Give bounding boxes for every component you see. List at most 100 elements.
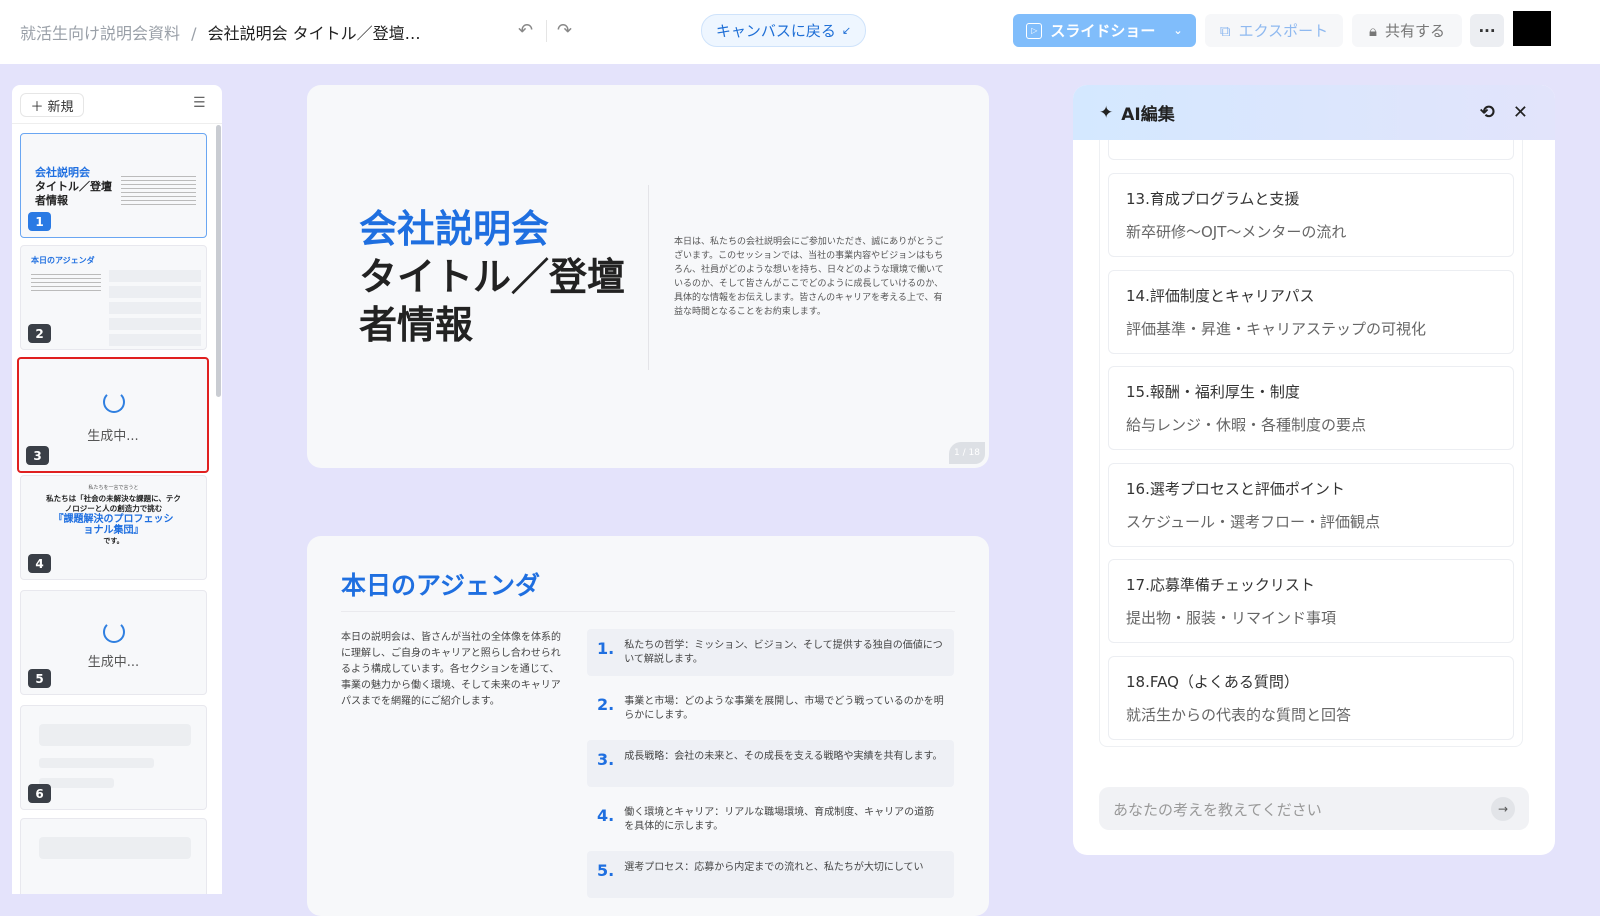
thumb-lead: 私たちを一言で言うと — [88, 485, 139, 491]
skeleton — [39, 758, 154, 768]
slide-thumbnail-4[interactable]: 私たちを一言で言うと 私たちは「社会の未解決な課題に、テクノロジーと人の創造力で… — [20, 475, 207, 580]
outline-card[interactable]: 17.応募準備チェックリスト 提出物・服装・リマインド事項 — [1108, 559, 1514, 643]
loading-spinner-icon — [103, 621, 125, 643]
ai-panel-header: ✦ AI編集 ⟲ ✕ — [1073, 85, 1555, 140]
slide-number-badge: 1 — [28, 212, 51, 231]
agenda-number: 1. — [597, 639, 615, 658]
divider — [12, 123, 222, 124]
outline-card-partial[interactable] — [1108, 140, 1514, 160]
generating-label: 生成中... — [87, 655, 140, 670]
thumb-text-lines — [31, 274, 101, 294]
export-icon: ⧉ — [1219, 21, 1231, 40]
outline-card-title: 15.報酬・福利厚生・制度 — [1126, 383, 1300, 401]
sparkle-icon: ✦ — [1099, 102, 1114, 123]
outline-card-title: 16.選考プロセスと評価ポイント — [1126, 479, 1345, 498]
outline-card-desc: 新卒研修〜OJT〜メンターの流れ — [1126, 223, 1347, 241]
outline-card[interactable]: 18.FAQ（よくある質問） 就活生からの代表的な質問と回答 — [1108, 655, 1514, 740]
breadcrumb-parent[interactable]: 就活生向け説明会資料 — [20, 24, 180, 43]
thumb-text-end: です。 — [103, 537, 124, 545]
thumb-highlight: 『課題解決のプロフェッショナル集団』 — [53, 514, 174, 536]
agenda-text: 成長戦略：会社の未来と、その成長を支える戦略や実績を共有します。 — [624, 751, 943, 762]
new-label: 新規 — [47, 99, 74, 115]
slide-number-badge: 6 — [28, 784, 51, 803]
slide-number-badge: 2 — [28, 324, 51, 343]
slide-1[interactable]: 会社説明会 タイトル／登壇 者情報 本日は、私たちの会社説明会にご参加いただき、… — [307, 85, 989, 468]
redo-icon[interactable]: ↷ — [557, 20, 572, 41]
outline-card[interactable]: 16.選考プロセスと評価ポイントスケジュール・選考フロー・評価観点 — [1108, 462, 1514, 547]
outline-card-title: 13.育成プログラムと支援 — [1126, 190, 1300, 208]
agenda-number: 5. — [597, 861, 615, 880]
thumb-text-lines — [121, 176, 196, 206]
generating-label: 生成中... — [87, 429, 139, 444]
thumb-text: 私たちは「社会の未解決な課題に、テクノロジーと人の創造力で挑む — [46, 494, 181, 513]
share-button[interactable]: 🔒︎ 共有する — [1352, 14, 1462, 47]
breadcrumb-separator: / — [191, 24, 197, 43]
slideshow-label: スライドショー — [1050, 22, 1156, 40]
slide-title: 本日のアジェンダ — [341, 571, 541, 600]
play-icon: ▷ — [1026, 22, 1043, 39]
agenda-item: 1. 私たちの哲学：ミッション、ビジョン、そして提供する独自の価値について解説しま… — [587, 629, 954, 676]
agenda-item: 4. 働く環境とキャリア：リアルな職場環境、育成制度、キャリアの道筋を具体的に示し… — [587, 796, 954, 843]
back-label: キャンバスに戻る — [715, 22, 836, 40]
slide-thumbnail-2[interactable]: 本日のアジェンダ 2 — [20, 245, 207, 350]
history-icon[interactable]: ⟲ — [1480, 102, 1495, 123]
agenda-text: 選考プロセス：応募から内定までの流れと、私たちが大切にしてい — [624, 862, 924, 873]
ai-prompt-placeholder: あなたの考えを教えてください — [1113, 801, 1322, 819]
divider — [546, 20, 547, 42]
outline-card-title: 14.評価制度とキャリアパス — [1126, 286, 1315, 305]
agenda-number: 2. — [597, 694, 615, 714]
outline-card-desc: 給与レンジ・休暇・各種制度の要点 — [1126, 416, 1367, 434]
undo-icon[interactable]: ↶ — [518, 20, 533, 41]
agenda-text: 私たちの哲学：ミッション、ビジョン、そして提供する独自の価値について解説します。 — [624, 640, 943, 665]
slide-2[interactable]: 本日のアジェンダ 本日の説明会は、皆さんが当社の全体像を体系的に理解し、ご自身の… — [307, 536, 989, 916]
slide-thumbnail-3[interactable]: 生成中... 3 — [17, 357, 209, 473]
avatar[interactable] — [1513, 11, 1551, 46]
slide-thumbnail-6[interactable]: 6 — [20, 705, 207, 810]
thumb-list — [109, 270, 201, 346]
outline-card[interactable]: 15.報酬・福利厚生・制度給与レンジ・休暇・各種制度の要点 — [1108, 366, 1514, 450]
outline-card-desc: 就活生からの代表的な質問と回答 — [1126, 705, 1352, 724]
outline-card-desc: スケジュール・選考フロー・評価観点 — [1126, 512, 1380, 531]
outline-card-desc: 提出物・服装・リマインド事項 — [1126, 609, 1337, 627]
top-bar: 就活生向け説明会資料 / 会社説明会 タイトル／登壇… ↶ ↷ キャンバスに戻る… — [0, 0, 1600, 64]
outline-card-title: 18.FAQ（よくある質問） — [1126, 672, 1299, 691]
slide-number-badge: 5 — [28, 669, 51, 688]
page-indicator: 1 / 18 — [949, 442, 985, 464]
outline-card[interactable]: 13.育成プログラムと支援新卒研修〜OJT〜メンターの流れ — [1108, 173, 1514, 257]
thumb-title: 本日のアジェンダ — [31, 256, 95, 265]
skeleton — [39, 837, 191, 859]
close-icon[interactable]: ✕ — [1513, 102, 1528, 123]
agenda-item: 3. 成長戦略：会社の未来と、その成長を支える戦略や実績を共有します。 — [587, 740, 954, 787]
scrollbar[interactable] — [216, 125, 221, 397]
breadcrumb: 就活生向け説明会資料 / 会社説明会 タイトル／登壇… — [20, 20, 421, 44]
outline-card[interactable]: 14.評価制度とキャリアパス 評価基準・昇進・キャリアステップの可視化 — [1108, 269, 1514, 354]
new-slide-button[interactable]: ＋新規 — [20, 93, 84, 117]
export-button[interactable]: ⧉ エクスポート — [1205, 14, 1343, 47]
collapse-panel-icon[interactable]: ☰ — [193, 95, 206, 111]
slide-list-panel: ＋新規 ☰ 会社説明会 タイトル／登壇者情報 1 本日のアジェンダ 2 生成中.… — [12, 85, 222, 894]
agenda-number: 3. — [597, 750, 615, 769]
ai-prompt-input[interactable]: あなたの考えを教えてください → — [1099, 787, 1529, 830]
slide-thumbnail-7[interactable] — [20, 818, 207, 894]
thumb-title: タイトル／登壇者情報 — [35, 180, 112, 207]
title-line: 者情報 — [359, 303, 474, 347]
plus-icon: ＋ — [30, 99, 44, 115]
agenda-item: 2. 事業と市場：どのような事業を展開し、市場でどう戦っているのかを明らかにします… — [587, 685, 954, 732]
agenda-item: 5. 選考プロセス：応募から内定までの流れと、私たちが大切にしてい — [587, 851, 954, 898]
chevron-down-icon: ⌄ — [1173, 24, 1183, 37]
agenda-intro: 本日の説明会は、皆さんが当社の全体像を体系的に理解し、ご自身のキャリアと照らし合… — [341, 632, 561, 707]
more-button[interactable]: ··· — [1470, 14, 1504, 47]
title-line: タイトル／登壇 — [359, 255, 626, 299]
slideshow-button[interactable]: ▷ スライドショー ⌄ — [1013, 14, 1196, 47]
slide-thumbnail-5[interactable]: 生成中... 5 — [20, 590, 207, 695]
agenda-list: 1. 私たちの哲学：ミッション、ビジョン、そして提供する独自の価値について解説しま… — [587, 629, 954, 907]
slide-thumbnail-1[interactable]: 会社説明会 タイトル／登壇者情報 1 — [20, 133, 207, 238]
slide-title: 会社説明会 タイトル／登壇 者情報 — [359, 205, 639, 349]
agenda-text: 事業と市場：どのような事業を展開し、市場でどう戦っているのかを明らかにします。 — [624, 695, 944, 721]
send-arrow-icon[interactable]: → — [1491, 797, 1515, 821]
loading-spinner-icon — [103, 391, 125, 413]
skeleton — [39, 724, 191, 746]
back-to-canvas-button[interactable]: キャンバスに戻る ↙ — [701, 14, 866, 47]
export-label: エクスポート — [1238, 22, 1329, 40]
breadcrumb-current[interactable]: 会社説明会 タイトル／登壇… — [208, 24, 421, 43]
